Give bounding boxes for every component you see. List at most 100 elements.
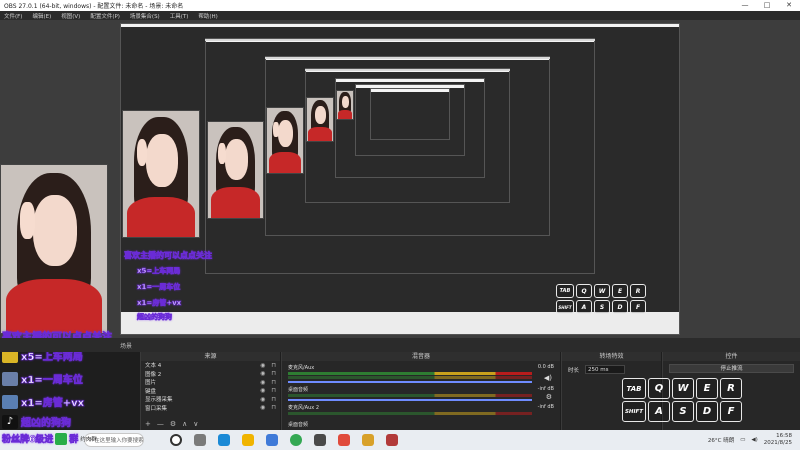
eye-icon[interactable]: ◉ [260,387,265,394]
rule-text: x1=一周车位 [21,375,83,387]
task-view-icon[interactable] [194,434,206,446]
mixer-track: 麦克风/Aux 0.0 dB ◀) [288,364,554,383]
source-item[interactable]: 图像 2 ◉ ⊓ [141,370,280,379]
close-button[interactable]: ✕ [778,0,800,11]
tab-scenes[interactable]: 场景 [120,341,132,350]
rule-row-ring: x1=一周车位 [2,371,83,386]
tunnel-line [265,57,550,59]
volume-slider[interactable] [288,381,532,383]
move-down-button[interactable]: ∨ [193,420,198,428]
duration-label: 时长 [568,367,580,374]
add-source-button[interactable]: + [145,420,151,428]
eye-icon[interactable]: ◉ [260,404,265,411]
taskbar: 粉丝牌6级进 群 约肉群 ⌕ 在这里输入你要搜索的内容 26°C 晴朗 ▭ ◀)… [0,430,800,450]
webcam-feed-nested [122,110,200,238]
stop-stream-button[interactable]: 停止推流 [669,364,794,373]
clock[interactable]: 16:58 2021/8/25 [764,433,792,447]
key-d: D [612,300,628,314]
webcam-feed-nested [207,121,264,219]
volume-icon[interactable]: ◀) [751,437,757,443]
volume-meter [288,376,532,379]
app-icon[interactable] [362,434,374,446]
remove-source-button[interactable]: — [157,420,164,428]
menu-profile[interactable]: 配置文件(P) [90,12,120,20]
key-w: W [672,378,694,399]
lock-icon[interactable]: ⊓ [271,370,276,377]
key-f: F [630,300,646,314]
duration-row: 时长 250 ms [562,361,661,378]
wechat-icon [55,432,68,445]
volume-slider[interactable] [288,399,532,401]
tiktok-icon: ♪ [2,414,18,429]
track-name: 麦克风/Aux [288,365,315,371]
lock-icon[interactable]: ⊓ [271,396,276,403]
lock-icon[interactable]: ⊓ [271,379,276,386]
source-settings-button[interactable]: ⚙ [170,420,176,428]
follow-text-nested: 喜欢主播的可以点点关注 [124,251,213,261]
key-tab: TAB [556,284,574,298]
dock-tab-bar: 场景 [0,338,800,352]
network-icon[interactable]: ▭ [740,437,745,443]
transitions-title: 转场特效 [562,352,661,361]
source-item[interactable]: 键盘 ◉ ⊓ [141,387,280,396]
key-s: S [672,401,694,422]
eye-icon[interactable]: ◉ [260,370,265,377]
speaker-icon[interactable]: ◀) [544,374,552,382]
source-name: 文本 4 [145,363,162,370]
chrome-icon[interactable] [290,434,302,446]
volume-meter [288,394,532,397]
source-item[interactable]: 显示器采集 ◉ ⊓ [141,395,280,404]
window-controls: — □ ✕ [734,0,800,11]
track-db: 0.0 dB [537,364,554,370]
fans-text: 粉丝牌6级进 [2,435,54,446]
eye-icon[interactable]: ◉ [260,362,265,369]
mixer-track: 麦克风/Aux 2 -inf dB [288,404,554,415]
minimize-button[interactable]: — [734,0,756,11]
key-r: R [720,378,742,399]
eye-icon[interactable]: ◉ [260,379,265,386]
lock-icon[interactable]: ⊓ [271,387,276,394]
rule-text-nested: x1=房管+vx [137,299,182,308]
follow-text: 喜欢主播的可以点点关注 [2,332,113,338]
gear-icon[interactable]: ⚙ [546,393,552,401]
app-icon[interactable] [386,434,398,446]
maximize-button[interactable]: □ [756,0,778,11]
ring-icon [2,371,18,386]
rule-text-nested: x1=一周车位 [137,283,181,292]
menu-help[interactable]: 帮助(H) [198,12,217,20]
weather-text[interactable]: 26°C 晴朗 [708,436,734,444]
edge-icon[interactable] [218,434,230,446]
source-item[interactable]: 图片 ◉ ⊓ [141,378,280,387]
source-item[interactable]: 窗口采集 ◉ ⊓ [141,404,280,413]
system-tray: 26°C 晴朗 ▭ ◀) 16:58 2021/8/25 [708,433,800,447]
fans-banner: 粉丝牌6级进 群 约肉群 [2,432,97,445]
menu-tools[interactable]: 工具(T) [170,12,189,20]
webcam-feed-nested [336,90,354,120]
keyboard-overlay-nested: TAB Q W E R SHIFT A S D F [556,284,646,314]
key-w: W [594,284,610,298]
key-shift: SHIFT [622,401,646,422]
sources-title: 来源 [141,352,280,361]
lock-icon[interactable]: ⊓ [271,362,276,369]
source-item[interactable]: 文本 4 ◉ ⊓ [141,361,280,370]
key-d: D [696,401,718,422]
mixer-footer: 桌面音频 [288,422,309,428]
lock-icon[interactable]: ⊓ [271,404,276,411]
move-up-button[interactable]: ∧ [182,420,187,428]
key-e: E [696,378,718,399]
app-icon[interactable] [338,434,350,446]
menu-view[interactable]: 视图(V) [61,12,80,20]
menu-scene-collection[interactable]: 场景集合(S) [130,12,160,20]
volume-meter [288,372,532,375]
start-circle-icon[interactable] [170,434,182,446]
webcam-feed-nested [266,107,304,174]
obs-icon[interactable] [314,434,326,446]
eye-icon[interactable]: ◉ [260,396,265,403]
sports-car-icon [2,394,18,409]
file-explorer-icon[interactable] [242,434,254,446]
preview-canvas[interactable]: 喜欢主播的可以点点关注 x5=上车两局 x1=一周车位 x1=房管+vx 超凶的… [0,20,800,338]
menu-file[interactable]: 文件(F) [4,12,22,20]
menu-edit[interactable]: 编辑(E) [32,12,51,20]
store-icon[interactable] [266,434,278,446]
duration-input[interactable]: 250 ms [585,365,626,374]
